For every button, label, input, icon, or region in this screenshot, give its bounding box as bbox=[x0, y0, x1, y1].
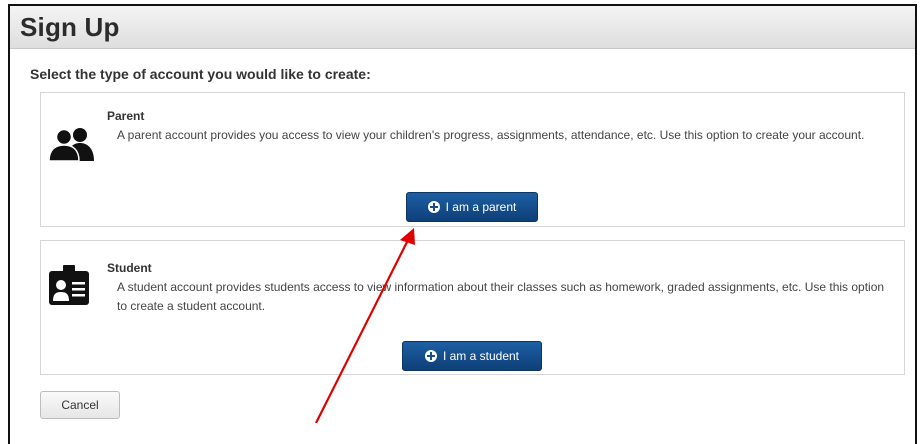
student-account-card: Student A student account provides stude… bbox=[40, 240, 905, 375]
plus-circle-icon bbox=[424, 350, 437, 362]
plus-circle-icon bbox=[427, 201, 440, 213]
page-title: Sign Up bbox=[20, 12, 120, 42]
page-header: Sign Up bbox=[10, 6, 915, 49]
student-button-label: I am a student bbox=[442, 349, 520, 363]
i-am-a-parent-button[interactable]: I am a parent bbox=[406, 192, 538, 222]
student-title: Student bbox=[107, 261, 152, 275]
parent-button-label: I am a parent bbox=[445, 200, 517, 214]
parent-account-card: Parent A parent account provides you acc… bbox=[40, 92, 905, 227]
parent-title: Parent bbox=[107, 109, 145, 123]
i-am-a-student-button[interactable]: I am a student bbox=[402, 341, 542, 371]
cancel-button[interactable]: Cancel bbox=[40, 391, 120, 419]
student-description: A student account provides students acce… bbox=[117, 280, 885, 313]
account-type-prompt: Select the type of account you would lik… bbox=[30, 66, 371, 82]
parent-description: A parent account provides you access to … bbox=[117, 128, 865, 142]
parents-icon bbox=[47, 127, 101, 166]
student-id-badge-icon bbox=[47, 265, 91, 312]
